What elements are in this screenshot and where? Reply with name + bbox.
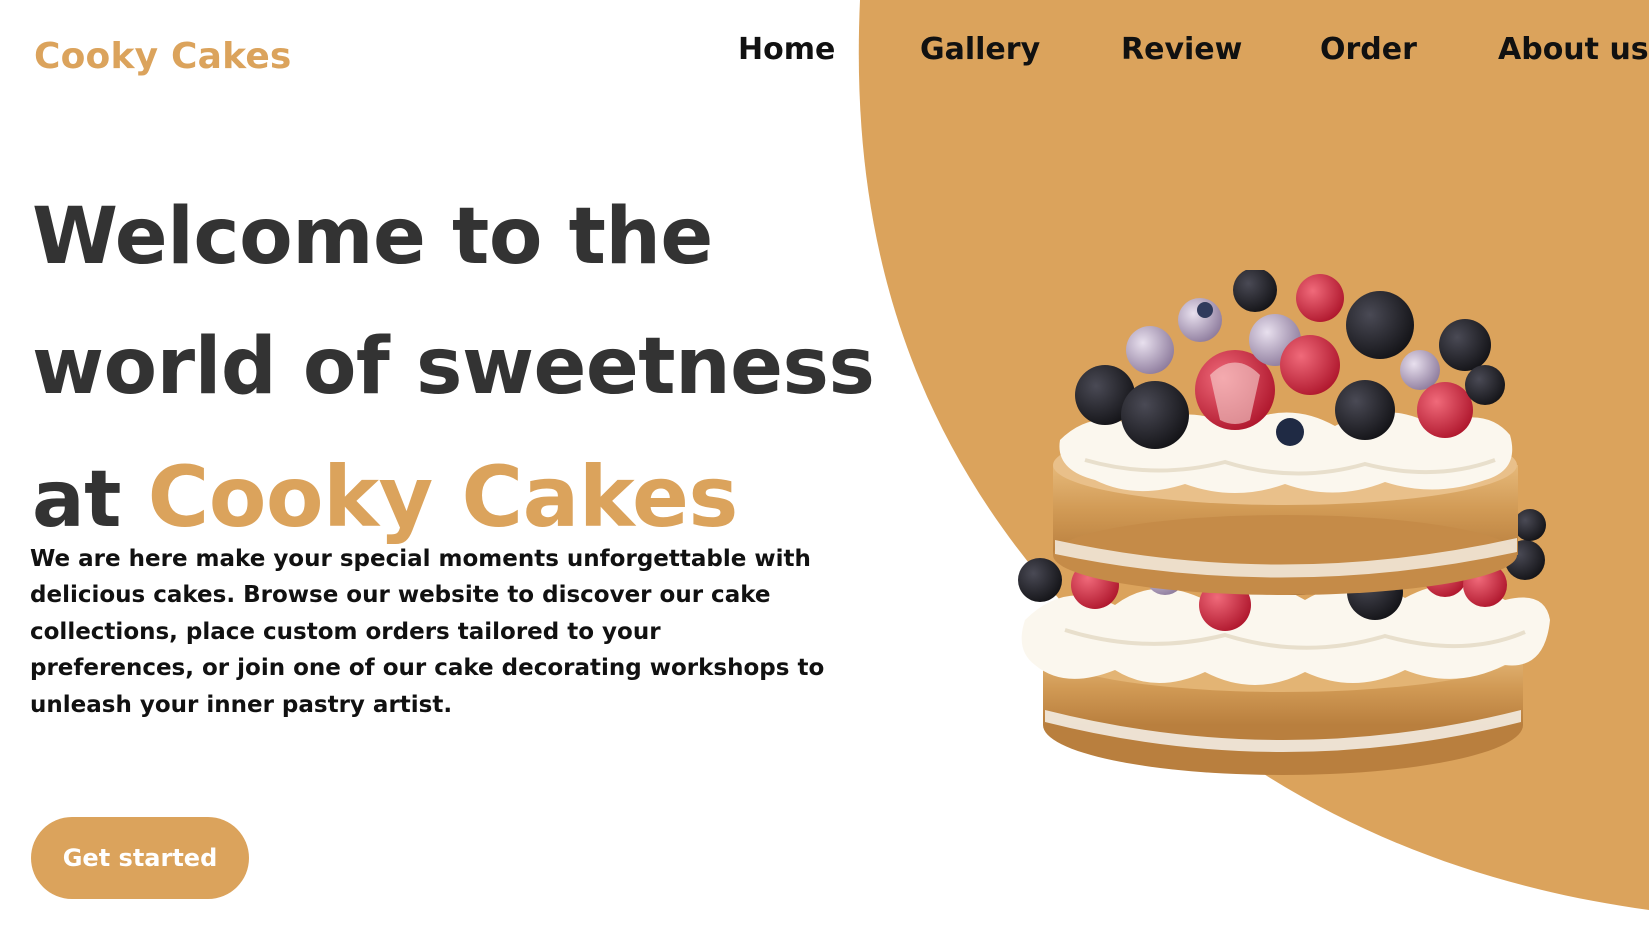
hero-description: We are here make your special moments un… [30, 546, 825, 718]
nav-item-about-us[interactable]: About us [1498, 32, 1649, 67]
hero-title-prefix: at [32, 455, 148, 545]
get-started-button[interactable]: Get started [31, 817, 249, 899]
landing-page: Cooky Cakes Home Gallery Review Order Ab… [0, 0, 1649, 927]
hero-title-line-2: world of sweetness [32, 322, 875, 412]
hero-title-accent: Cooky Cakes [147, 448, 739, 546]
main-nav: Home Gallery Review Order About us [0, 32, 1649, 76]
nav-item-order[interactable]: Order [1320, 32, 1417, 67]
nav-item-review[interactable]: Review [1121, 32, 1242, 67]
cake-image [1018, 270, 1550, 775]
hero-title-line-1: Welcome to the [32, 192, 713, 282]
nav-item-gallery[interactable]: Gallery [920, 32, 1040, 67]
hero-title: Welcome to the world of sweetness at Coo… [32, 172, 875, 565]
nav-item-home[interactable]: Home [738, 32, 835, 67]
